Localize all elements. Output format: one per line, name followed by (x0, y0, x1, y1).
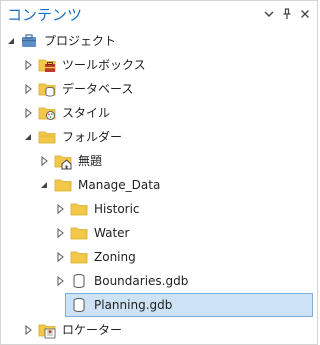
tree-item-label: ロケーター (62, 323, 123, 337)
style-folder-icon (38, 104, 56, 122)
tree-item-label: Planning.gdb (94, 298, 173, 312)
toolbox-folder-icon (38, 56, 56, 74)
tree-item-historic[interactable]: Historic (1, 197, 317, 221)
tree-item-planning-gdb[interactable]: Planning.gdb (1, 293, 317, 317)
pane-header: コンテンツ (1, 1, 317, 29)
tree-item-manage-data[interactable]: Manage_Data (1, 173, 317, 197)
collapsed-arrow-icon[interactable] (55, 276, 65, 286)
geodatabase-icon (70, 272, 88, 290)
tree-item-label: プロジェクト (44, 34, 117, 48)
folder-connection-icon (38, 128, 56, 146)
folder-icon (54, 176, 72, 194)
tree-item-boundaries-gdb[interactable]: Boundaries.gdb (1, 269, 317, 293)
tree-item-folders[interactable]: フォルダー (1, 125, 317, 149)
folder-icon (70, 224, 88, 242)
home-folder-icon (54, 152, 72, 170)
geodatabase-icon (70, 296, 88, 314)
collapsed-arrow-icon[interactable] (55, 228, 65, 238)
tree-item-database[interactable]: データベース (1, 77, 317, 101)
expanded-arrow-icon[interactable] (39, 180, 49, 190)
collapsed-arrow-icon[interactable] (23, 84, 33, 94)
tree-item-water[interactable]: Water (1, 221, 317, 245)
tree-item-untitled[interactable]: 無題 (1, 149, 317, 173)
tree-item-zoning[interactable]: Zoning (1, 245, 317, 269)
collapsed-arrow-icon[interactable] (55, 204, 65, 214)
collapsed-arrow-icon[interactable] (23, 60, 33, 70)
collapsed-arrow-icon[interactable] (55, 252, 65, 262)
tree-item-label: Historic (94, 202, 140, 216)
database-folder-icon (38, 80, 56, 98)
tree-item-label: Water (94, 226, 130, 240)
tree-item-label: 無題 (78, 154, 103, 168)
close-icon[interactable] (298, 7, 312, 21)
tree-item-toolbox[interactable]: ツールボックス (1, 53, 317, 77)
tree-item-label: ツールボックス (62, 58, 146, 72)
tree-item-label: Manage_Data (78, 178, 161, 192)
tree-item-label: フォルダー (62, 130, 123, 144)
dropdown-icon[interactable] (262, 7, 276, 21)
tree-item-label: Boundaries.gdb (94, 274, 189, 288)
tree-item-label: データベース (62, 82, 134, 96)
locator-folder-icon (38, 321, 56, 339)
tree-item-locator[interactable]: ロケーター (1, 318, 317, 342)
pane-title: コンテンツ (7, 6, 83, 24)
tree-item-project[interactable]: プロジェクト (1, 29, 317, 53)
collapsed-arrow-icon[interactable] (23, 108, 33, 118)
expanded-arrow-icon[interactable] (23, 132, 33, 142)
pin-icon[interactable] (280, 7, 294, 21)
expanded-arrow-icon[interactable] (6, 36, 16, 46)
tree-item-label: Zoning (94, 250, 136, 264)
collapsed-arrow-icon[interactable] (39, 156, 49, 166)
folder-icon (70, 248, 88, 266)
contents-pane: コンテンツ プロジェクト ツールボックス データベース スタイル フォルダー 無… (0, 0, 318, 345)
project-icon (20, 32, 38, 50)
collapsed-arrow-icon[interactable] (23, 325, 33, 335)
tree-item-style[interactable]: スタイル (1, 101, 317, 125)
folder-icon (70, 200, 88, 218)
tree-item-label: スタイル (62, 106, 111, 120)
